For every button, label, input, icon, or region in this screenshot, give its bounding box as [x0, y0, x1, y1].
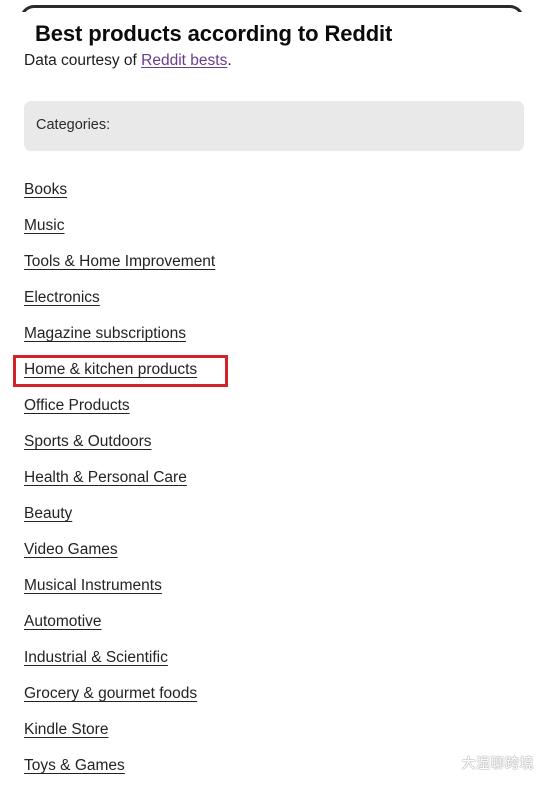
category-link[interactable]: Toys & Games	[24, 757, 125, 774]
list-item: Tools & Home Improvement	[0, 244, 544, 280]
category-link[interactable]: Books	[24, 181, 67, 198]
category-link[interactable]: Tools & Home Improvement	[24, 253, 215, 270]
list-item: Magazine subscriptions	[0, 316, 544, 352]
category-link[interactable]: Health & Personal Care	[24, 469, 187, 486]
category-link[interactable]: Automotive	[24, 613, 102, 630]
data-courtesy-line: Data courtesy of Reddit bests.	[24, 52, 232, 70]
category-link[interactable]: Musical Instruments	[24, 577, 162, 594]
category-link[interactable]: Magazine subscriptions	[24, 325, 186, 342]
categories-panel: Categories:	[24, 101, 524, 151]
list-item: Grocery & gourmet foods	[0, 676, 544, 712]
list-item: Home & kitchen products	[0, 352, 544, 388]
category-link[interactable]: Office Products	[24, 397, 130, 414]
category-link[interactable]: Grocery & gourmet foods	[24, 685, 197, 702]
page-title: Best products according to Reddit	[35, 21, 393, 46]
category-link[interactable]: Kindle Store	[24, 721, 108, 738]
category-link[interactable]: Beauty	[24, 505, 72, 522]
list-item: Electronics	[0, 280, 544, 316]
categories-label: Categories:	[36, 117, 111, 133]
category-link-list: Books Music Tools & Home Improvement Electr…	[0, 172, 544, 784]
list-item: Office Products	[0, 388, 544, 424]
subtitle-suffix-text: .	[227, 52, 232, 69]
list-item: Music	[0, 208, 544, 244]
list-item: Automotive	[0, 604, 544, 640]
watermark: 大湿聊跨境	[437, 753, 535, 773]
category-link[interactable]: Sports & Outdoors	[24, 433, 152, 450]
category-link[interactable]: Video Games	[24, 541, 118, 558]
list-item: Musical Instruments	[0, 568, 544, 604]
category-link[interactable]: Music	[24, 217, 64, 234]
category-link[interactable]: Home & kitchen products	[24, 361, 197, 378]
reddit-bests-link[interactable]: Reddit bests	[141, 52, 227, 69]
list-item: Industrial & Scientific	[0, 640, 544, 676]
list-item: Books	[0, 172, 544, 208]
wechat-icon	[437, 753, 457, 773]
list-item: Health & Personal Care	[0, 460, 544, 496]
subtitle-prefix-text: Data courtesy of	[24, 52, 142, 69]
category-link[interactable]: Industrial & Scientific	[24, 649, 168, 666]
category-link[interactable]: Electronics	[24, 289, 100, 306]
list-item: Kindle Store	[0, 712, 544, 748]
list-item: Video Games	[0, 532, 544, 568]
watermark-text: 大湿聊跨境	[461, 755, 534, 771]
list-item: Sports & Outdoors	[0, 424, 544, 460]
list-item: Beauty	[0, 496, 544, 532]
